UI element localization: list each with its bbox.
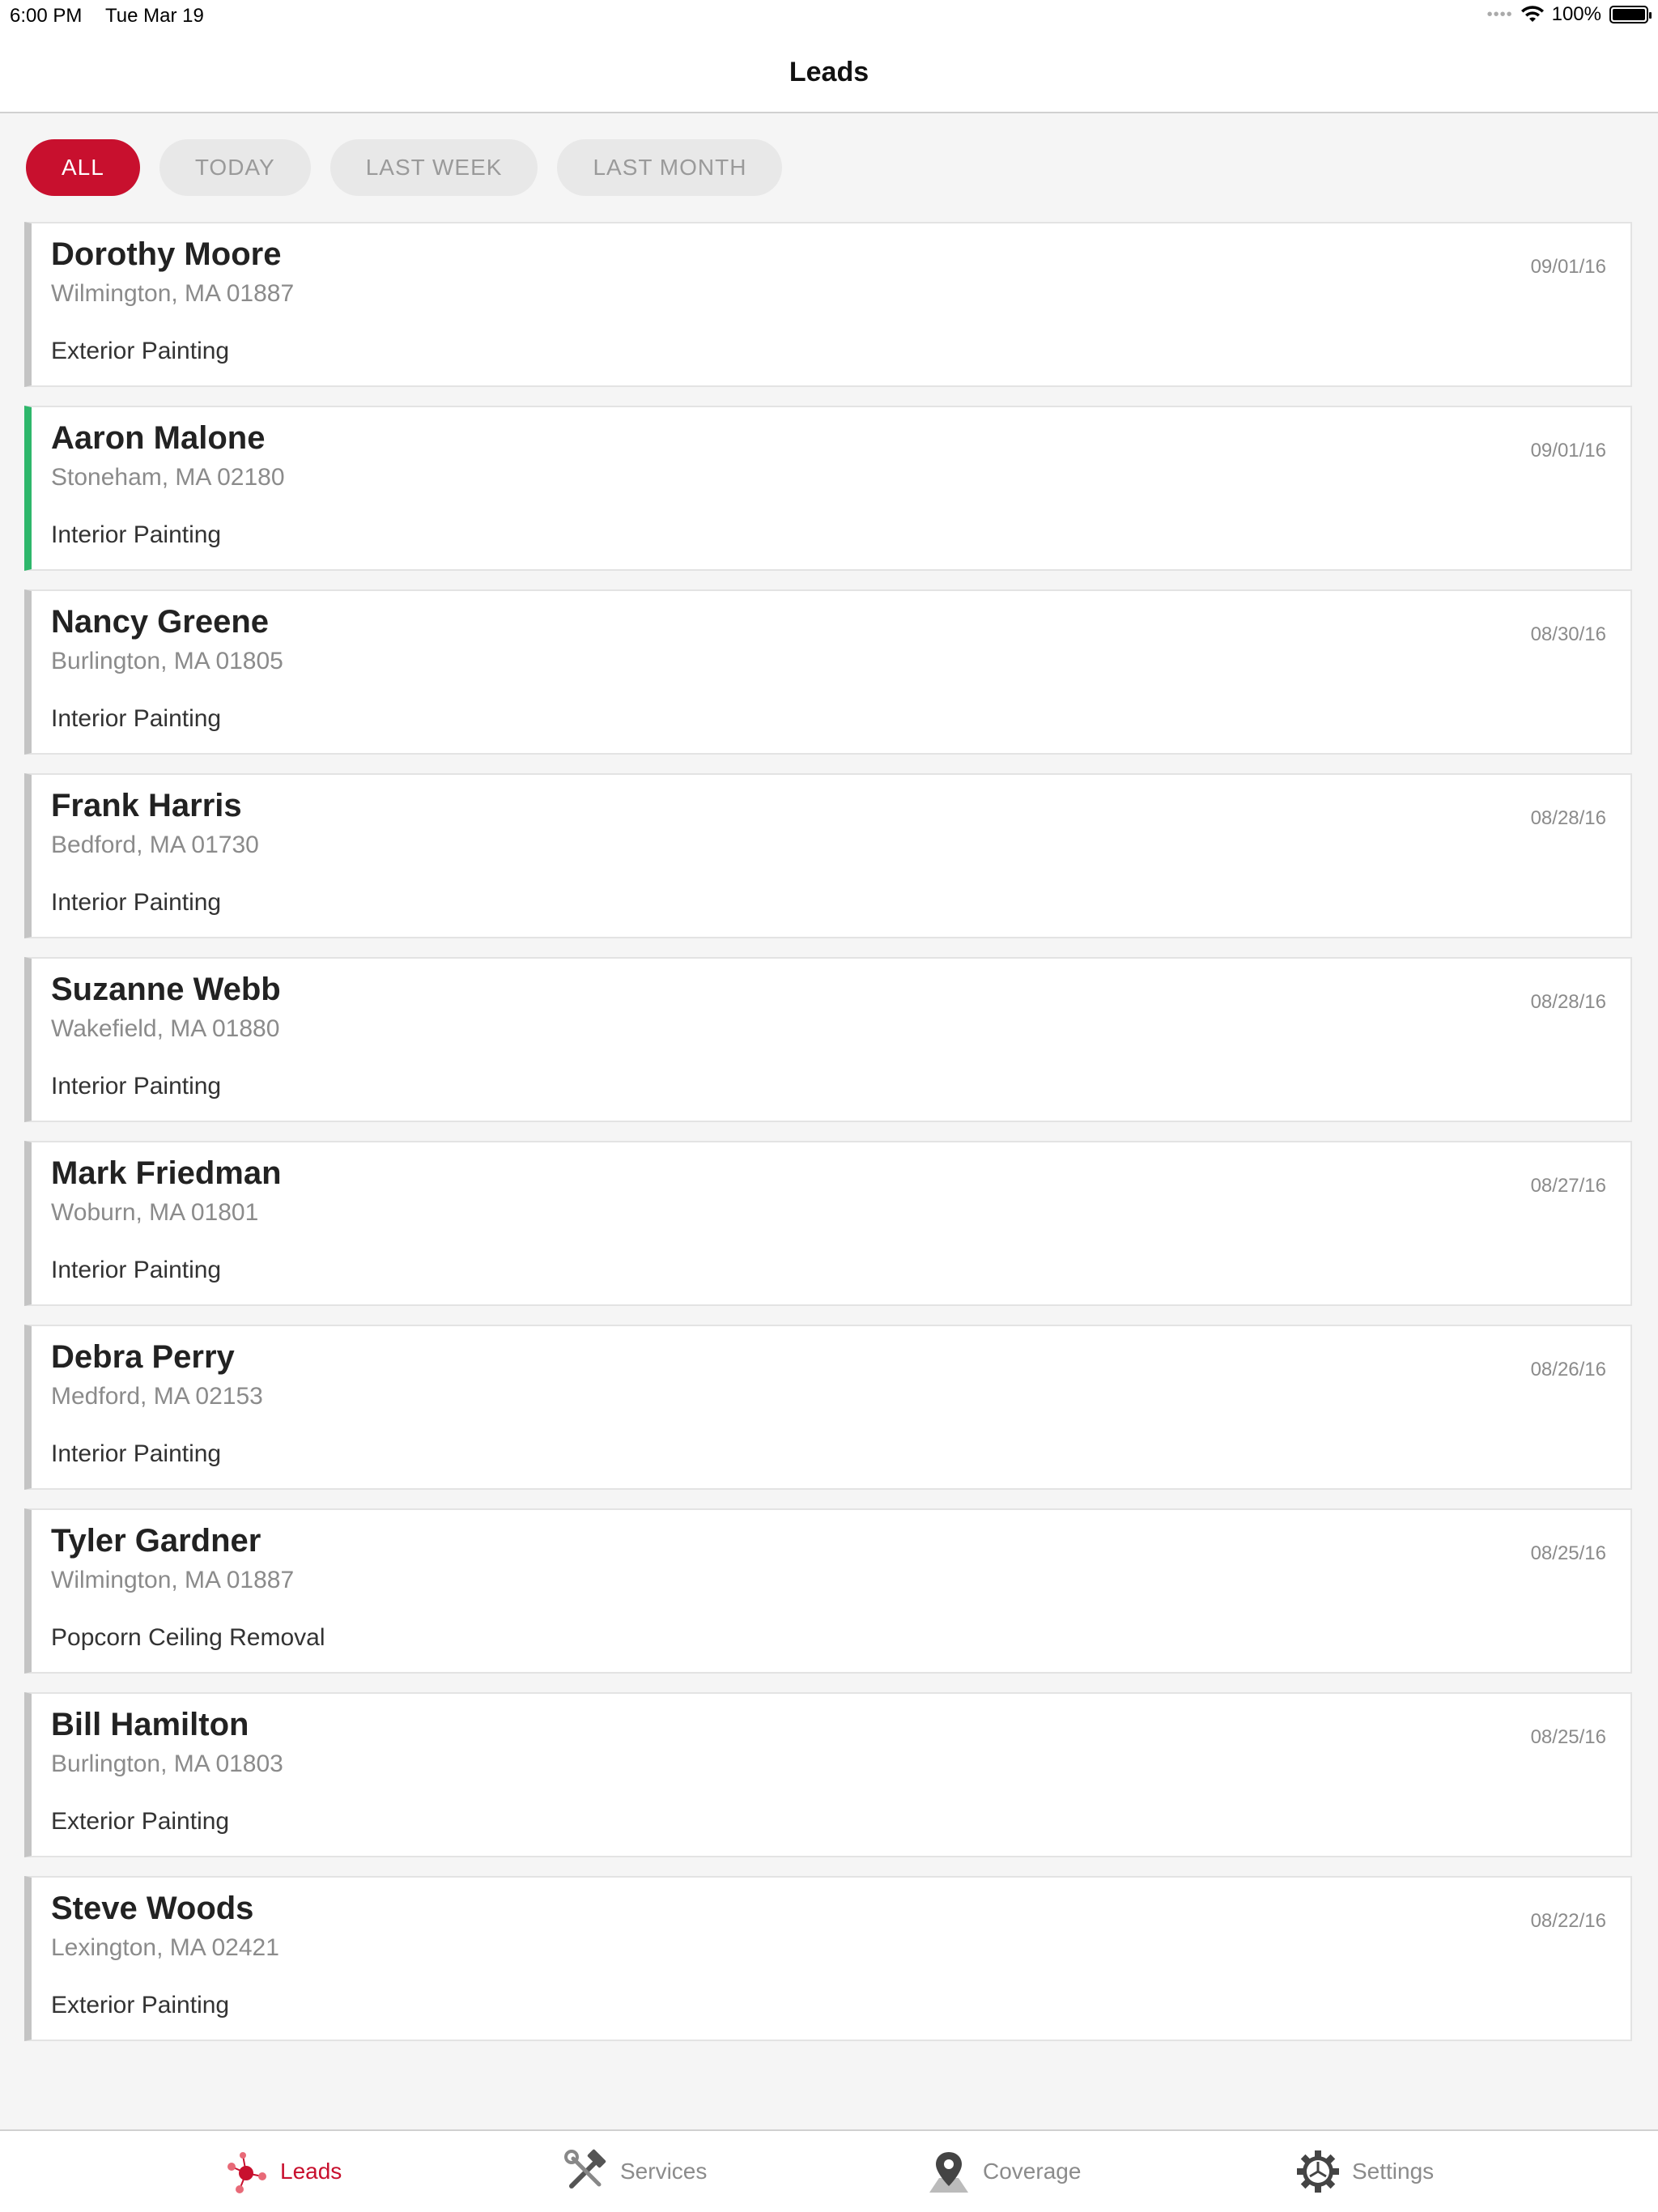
lead-location: Burlington, MA 01803 (51, 1750, 283, 1777)
lead-service: Interior Painting (51, 1257, 222, 1283)
leads-network-icon (227, 2152, 266, 2193)
lead-service: Interior Painting (51, 1073, 222, 1100)
lead-location: Bedford, MA 01730 (51, 832, 259, 858)
tab-services[interactable]: Services (563, 2131, 707, 2212)
tab-settings[interactable]: Settings (1295, 2131, 1434, 2212)
gear-icon (1297, 2150, 1339, 2193)
nav-bar: Leads (0, 32, 1658, 113)
status-right: •••• 100% (1486, 3, 1652, 26)
filter-bar: ALL TODAY LAST WEEK LAST MONTH (26, 139, 783, 196)
filter-chip-all[interactable]: ALL (26, 139, 140, 196)
status-date: Tue Mar 19 (105, 5, 204, 27)
lead-date: 09/01/16 (1530, 256, 1606, 278)
lead-location: Burlington, MA 01805 (51, 648, 283, 674)
map-pin-icon (929, 2152, 968, 2193)
tab-services-label: Services (620, 2159, 708, 2184)
lead-location: Wilmington, MA 01887 (51, 280, 295, 307)
tab-leads-label: Leads (280, 2159, 342, 2184)
status-bar: 6:00 PM Tue Mar 19 •••• 100% (0, 0, 1658, 32)
lead-date: 08/28/16 (1530, 807, 1606, 829)
battery-percent: 100% (1551, 3, 1601, 25)
status-time: 6:00 PM (10, 5, 83, 27)
tab-bar: Leads Services Coverage Settings (0, 2129, 1658, 2212)
lead-service: Interior Painting (51, 705, 222, 732)
lead-card[interactable]: Dorothy Moore Wilmington, MA 01887 Exterio… (24, 222, 1632, 387)
lead-name: Steve Woods (51, 1891, 254, 1926)
lead-name: Debra Perry (51, 1339, 235, 1375)
page-title: Leads (789, 56, 869, 87)
lead-date: 09/01/16 (1530, 440, 1606, 462)
filter-chip-today[interactable]: TODAY (159, 139, 311, 196)
lead-date: 08/30/16 (1530, 623, 1606, 645)
lead-service: Interior Painting (51, 889, 222, 916)
lead-date: 08/26/16 (1530, 1359, 1606, 1380)
lead-name: Aaron Malone (51, 420, 266, 456)
signal-dots-icon: •••• (1486, 5, 1513, 23)
tab-coverage[interactable]: Coverage (926, 2131, 1081, 2212)
lead-location: Woburn, MA 01801 (51, 1199, 259, 1226)
filter-chip-last-month[interactable]: LAST MONTH (557, 139, 783, 196)
tab-leads[interactable]: Leads (223, 2131, 342, 2212)
lead-location: Stoneham, MA 02180 (51, 464, 285, 491)
lead-location: Wilmington, MA 01887 (51, 1567, 295, 1593)
lead-service: Interior Painting (51, 521, 222, 548)
lead-location: Wakefield, MA 01880 (51, 1015, 280, 1042)
lead-location: Lexington, MA 02421 (51, 1934, 279, 1961)
lead-card[interactable]: Tyler Gardner Wilmington, MA 01887 Popcorn… (24, 1508, 1632, 1674)
lead-date: 08/25/16 (1530, 1542, 1606, 1564)
lead-card[interactable]: Bill Hamilton Burlington, MA 01803 Exterio… (24, 1692, 1632, 1857)
lead-service: Exterior Painting (51, 338, 230, 364)
lead-name: Mark Friedman (51, 1155, 282, 1191)
lead-card[interactable]: Aaron Malone Stoneham, MA 02180 Interior P… (24, 406, 1632, 571)
filter-chip-last-week[interactable]: LAST WEEK (329, 139, 538, 196)
lead-name: Bill Hamilton (51, 1707, 249, 1742)
lead-service: Popcorn Ceiling Removal (51, 1624, 325, 1651)
lead-date: 08/27/16 (1530, 1175, 1606, 1197)
lead-name: Suzanne Webb (51, 972, 281, 1007)
lead-service: Exterior Painting (51, 1992, 230, 2018)
lead-service: Exterior Painting (51, 1808, 230, 1835)
lead-service: Interior Painting (51, 1440, 222, 1467)
lead-card[interactable]: Mark Friedman Woburn, MA 01801 Interior Pa… (24, 1141, 1632, 1306)
lead-card[interactable]: Frank Harris Bedford, MA 01730 Interior Pa… (24, 773, 1632, 938)
wifi-icon (1520, 6, 1544, 22)
lead-name: Nancy Greene (51, 604, 270, 640)
hammer-wrench-icon (564, 2149, 606, 2189)
lead-name: Frank Harris (51, 788, 242, 823)
lead-card[interactable]: Suzanne Webb Wakefield, MA 01880 Interior … (24, 957, 1632, 1122)
lead-location: Medford, MA 02153 (51, 1383, 263, 1410)
lead-card[interactable]: Steve Woods Lexington, MA 02421 Exterior P… (24, 1876, 1632, 2041)
lead-date: 08/22/16 (1530, 1910, 1606, 1932)
lead-name: Tyler Gardner (51, 1523, 261, 1559)
tab-settings-label: Settings (1352, 2159, 1435, 2184)
tab-coverage-label: Coverage (983, 2159, 1082, 2184)
lead-card[interactable]: Debra Perry Medford, MA 02153 Interior Pai… (24, 1325, 1632, 1490)
lead-name: Dorothy Moore (51, 236, 282, 272)
battery-icon (1609, 6, 1652, 23)
lead-date: 08/25/16 (1530, 1726, 1606, 1748)
lead-list: Dorothy Moore Wilmington, MA 01887 Exterio… (24, 222, 1632, 2060)
lead-date: 08/28/16 (1530, 991, 1606, 1013)
lead-card[interactable]: Nancy Greene Burlington, MA 01805 Interior… (24, 589, 1632, 755)
